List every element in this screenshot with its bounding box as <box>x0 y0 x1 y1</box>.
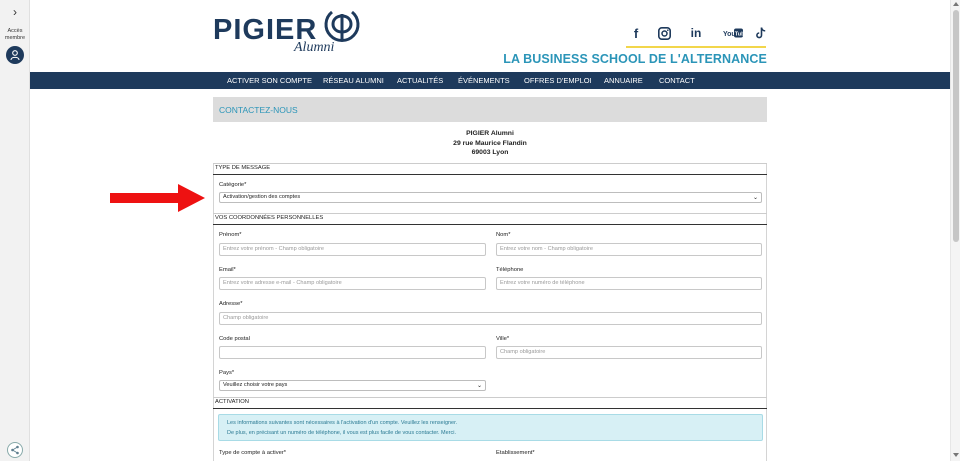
telephone-field[interactable]: Entrez votre numéro de téléphone <box>496 277 762 290</box>
address-block: PIGIER Alumni 29 rue Maurice Flandin 690… <box>453 130 527 156</box>
prenom-field[interactable]: Entrez votre prénom - Champ obligatoire <box>219 243 486 256</box>
nav-item-activer[interactable]: ACTIVER SON COMPTE <box>227 72 312 89</box>
nom-field[interactable]: Entrez votre nom - Champ obligatoire <box>496 243 762 256</box>
nav-item-contact[interactable]: CONTACT <box>659 72 695 89</box>
pays-select[interactable]: Veuillez choisir votre pays ⌄ <box>219 380 486 391</box>
chevron-right-icon[interactable]: › <box>9 6 21 18</box>
nom-label: Nom* <box>496 232 511 238</box>
ville-field[interactable]: Champ obligatoire <box>496 346 762 359</box>
code-postal-field[interactable] <box>219 346 486 359</box>
etablissement-label: Etablissement* <box>496 450 535 456</box>
svg-text:Tube: Tube <box>735 32 743 38</box>
scroll-down-icon[interactable] <box>953 453 959 457</box>
member-access-label[interactable]: Accès membre <box>0 28 30 41</box>
nav-item-annuaire[interactable]: ANNUAIRE <box>604 72 643 89</box>
nav-item-reseau[interactable]: RÉSEAU ALUMNI <box>323 72 384 89</box>
scroll-up-icon[interactable] <box>953 2 959 6</box>
nav-item-evenements[interactable]: ÉVÉNEMENTS <box>458 72 510 89</box>
section-personal: VOS COORDONNÉES PERSONNELLES <box>213 213 767 225</box>
youtube-icon[interactable]: YouTube <box>722 24 744 42</box>
adresse-label: Adresse* <box>219 301 243 307</box>
tiktok-icon[interactable] <box>754 24 768 42</box>
pigier-alumni-logo[interactable]: PIGIER Alumni <box>213 8 373 55</box>
tagline: LA BUSINESS SCHOOL DE L'ALTERNANCE <box>503 52 767 66</box>
telephone-label: Téléphone <box>496 267 524 273</box>
page-scrollbar[interactable] <box>950 0 960 461</box>
svg-text:You: You <box>723 31 736 38</box>
pays-label: Pays* <box>219 370 235 376</box>
type-compte-label: Type de compte à activer* <box>219 450 287 456</box>
page-title-bar: CONTACTEZ-NOUS <box>213 97 767 122</box>
main-nav: ACTIVER SON COMPTE RÉSEAU ALUMNI ACTUALI… <box>30 72 950 89</box>
scroll-thumb[interactable] <box>953 10 959 242</box>
nav-item-offres[interactable]: OFFRES D'EMPLOI <box>524 72 592 89</box>
share-icon[interactable] <box>7 442 23 458</box>
linkedin-icon[interactable]: in <box>688 24 704 42</box>
categorie-select[interactable]: Activation/gestion des comptes ⌄ <box>219 192 762 203</box>
code-postal-label: Code postal <box>219 336 250 342</box>
nav-item-actualites[interactable]: ACTUALITÉS <box>397 72 443 89</box>
instagram-icon[interactable] <box>656 24 672 42</box>
categorie-label: Catégorie* <box>219 182 247 188</box>
social-links: f in YouTube <box>626 24 770 44</box>
activation-info-box: Les informations suivantes sont nécessai… <box>218 414 763 441</box>
adresse-field[interactable]: Champ obligatoire <box>219 312 762 325</box>
page-title: CONTACTEZ-NOUS <box>219 105 298 115</box>
email-field[interactable]: Entrez votre adresse e-mail - Champ obli… <box>219 277 486 290</box>
section-type-message: TYPE DE MESSAGE <box>213 163 767 175</box>
chevron-down-icon: ⌄ <box>476 383 482 389</box>
ville-label: Ville* <box>496 336 510 342</box>
prenom-label: Prénom* <box>219 232 242 238</box>
social-underline <box>626 46 766 48</box>
chevron-down-icon: ⌄ <box>752 195 758 201</box>
email-label: Email* <box>219 267 236 273</box>
section-activation: ACTIVATION <box>213 397 767 409</box>
facebook-icon[interactable]: f <box>630 24 642 42</box>
annotation-arrow-icon <box>110 183 206 218</box>
side-panel: › Accès membre <box>0 0 30 461</box>
